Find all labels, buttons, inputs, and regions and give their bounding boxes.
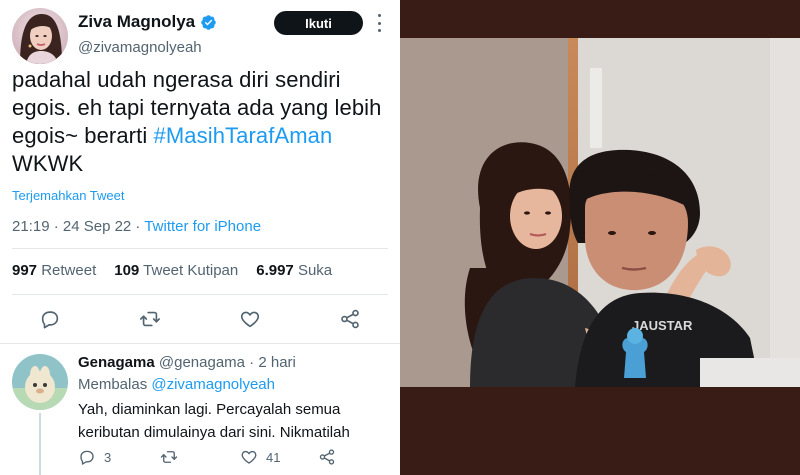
tweet-text-line: WKWK <box>12 151 84 176</box>
author-avatar[interactable] <box>12 8 68 64</box>
tweet-source-link[interactable]: Twitter for iPhone <box>144 218 261 235</box>
tweet-meta: 21:19 · 24 Sep 22 · Twitter for iPhone <box>12 218 261 235</box>
reply-handle[interactable]: @genagama <box>159 354 245 371</box>
divider <box>12 248 388 249</box>
like-icon <box>241 450 257 464</box>
tweet-panel: Ziva Magnolya @zivamagnolyeah Ikuti pada… <box>0 0 400 475</box>
author-handle[interactable]: @zivamagnolyeah <box>78 39 217 56</box>
follow-button[interactable]: Ikuti <box>274 11 363 35</box>
couple-photo: JAUSTAR <box>400 38 800 387</box>
retweet-stat[interactable]: 997 Retweet <box>12 262 96 279</box>
more-options-icon[interactable] <box>373 14 385 32</box>
like-count: 6.997 <box>256 262 294 279</box>
svg-text:JAUSTAR: JAUSTAR <box>632 318 693 333</box>
reply-avatar[interactable] <box>12 354 68 410</box>
author-display-name[interactable]: Ziva Magnolya <box>78 12 217 32</box>
reply-separator: · <box>245 354 259 371</box>
reply-retweet-button[interactable] <box>160 448 186 466</box>
replying-to-mention[interactable]: @zivamagnolyeah <box>151 376 275 393</box>
tweet-timestamp[interactable]: 21:19 · 24 Sep 22 · <box>12 218 144 235</box>
author-name-text[interactable]: Ziva Magnolya <box>78 12 195 32</box>
quote-stat[interactable]: 109 Tweet Kutipan <box>114 262 238 279</box>
divider <box>12 294 388 295</box>
tweet-action-bar <box>0 298 400 342</box>
reply-text: Yah, diaminkan lagi. Percayalah semua ke… <box>78 401 350 441</box>
share-icon <box>319 449 335 465</box>
tweet-text-line: egois. eh tapi ternyata ada yang lebih <box>12 95 382 120</box>
retweet-icon[interactable] <box>139 308 161 330</box>
like-stat[interactable]: 6.997 Suka <box>256 262 332 279</box>
reply-reply-button[interactable]: 3 <box>78 448 111 466</box>
reply-time[interactable]: 2 hari <box>258 354 296 371</box>
thread-line <box>39 413 41 475</box>
like-label: Suka <box>297 262 333 279</box>
tweet-text-fragment: egois~ berarti <box>12 123 154 148</box>
retweet-label: Retweet <box>41 262 97 279</box>
share-icon[interactable] <box>339 308 361 330</box>
replying-to-label: Membalas <box>78 376 152 393</box>
reply-like-button[interactable]: 41 <box>240 448 280 466</box>
reply-like-count: 41 <box>266 449 281 465</box>
like-icon[interactable] <box>239 308 261 330</box>
translate-tweet-link[interactable]: Terjemahkan Tweet <box>12 188 125 203</box>
tweet-stats: 997 Retweet 109 Tweet Kutipan 6.997 Suka <box>12 262 332 279</box>
divider <box>0 343 400 344</box>
reply-share-button[interactable] <box>318 448 336 466</box>
reply-display-name[interactable]: Genagama <box>78 354 155 371</box>
quote-count: 109 <box>114 262 140 279</box>
retweet-icon <box>160 451 178 463</box>
verified-badge-icon <box>201 14 216 30</box>
retweet-count: 997 <box>12 262 38 279</box>
reply-icon <box>80 450 94 465</box>
reply-header: Genagama @genagama · 2 hari <box>78 354 296 371</box>
reply-icon[interactable] <box>39 308 61 330</box>
tweet-text: padahal udah ngerasa diri sendiri egois.… <box>12 66 397 178</box>
quote-label: Tweet Kutipan <box>143 262 239 279</box>
photo-panel: JAUSTAR <box>400 0 800 475</box>
reply-reply-count: 3 <box>104 449 112 465</box>
author-name-block: Ziva Magnolya @zivamagnolyeah <box>78 12 217 56</box>
reply-action-bar: 3 41 <box>78 448 378 468</box>
hashtag-link[interactable]: #MasihTarafAman <box>154 123 333 148</box>
tweet-text-line: egois~ berarti #MasihTarafAman <box>12 122 397 150</box>
replying-to: Membalas @zivamagnolyeah <box>78 376 275 393</box>
tweet-text-line: padahal udah ngerasa diri sendiri <box>12 67 341 92</box>
